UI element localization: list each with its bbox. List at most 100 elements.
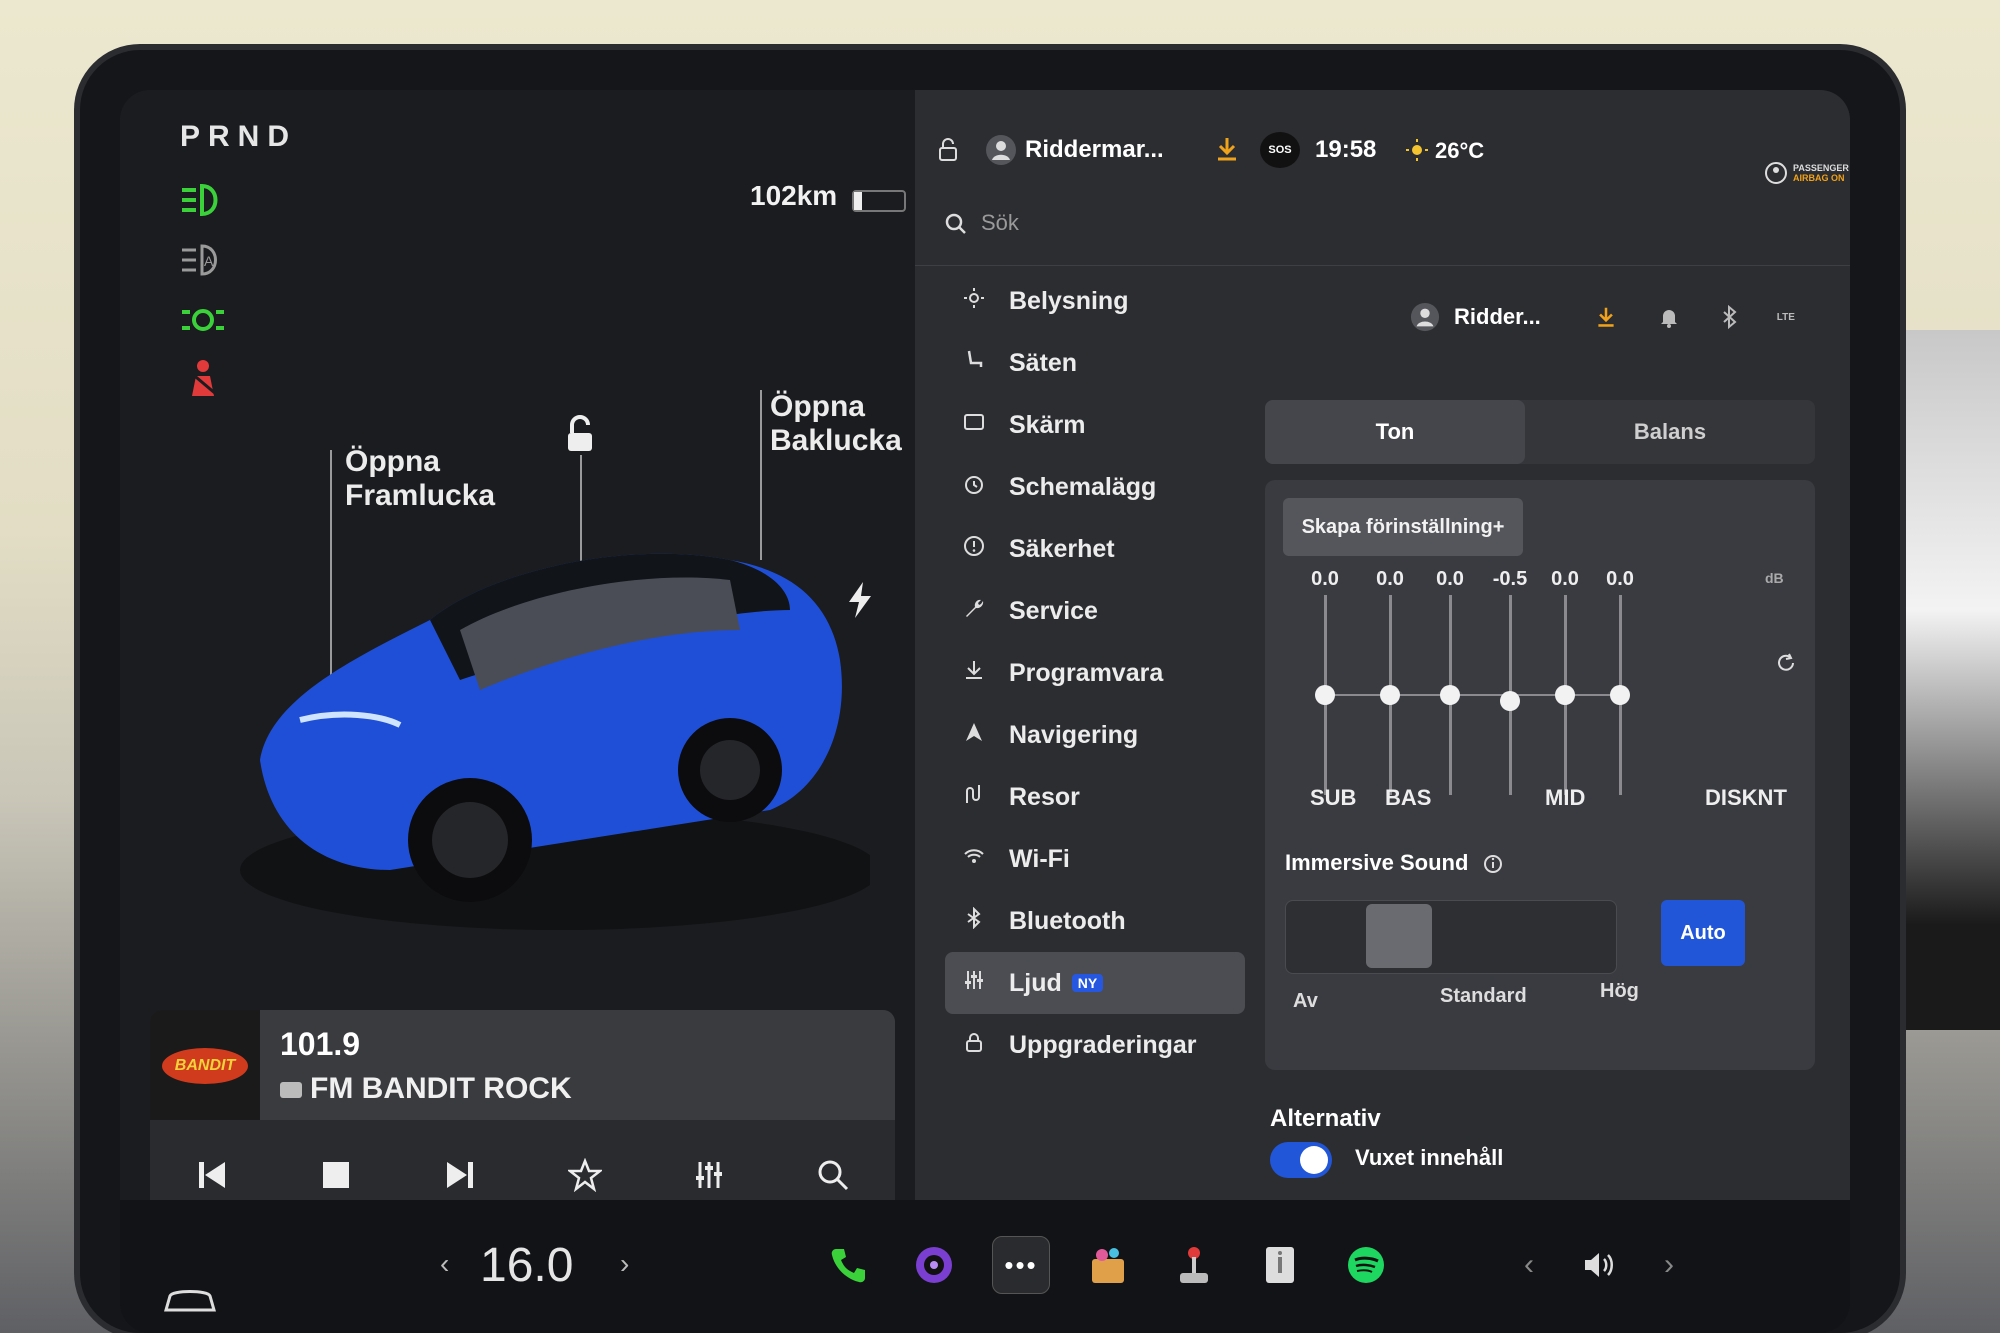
- profile-name-small[interactable]: Ridder...: [1454, 304, 1541, 330]
- download-icon: [959, 659, 989, 687]
- toybox-app[interactable]: [1080, 1237, 1136, 1293]
- reset-icon[interactable]: [1775, 652, 1797, 674]
- radio-station-name: FM BANDIT ROCK: [310, 1072, 572, 1105]
- open-frunk-button[interactable]: Öppna Framlucka: [345, 445, 495, 513]
- eq-slider-knob[interactable]: [1555, 685, 1575, 705]
- car-lock-icon[interactable]: [935, 136, 961, 162]
- eq-slider-knob[interactable]: [1610, 685, 1630, 705]
- info-icon[interactable]: [1483, 854, 1503, 874]
- sidebar-item-resor[interactable]: Resor: [945, 766, 1245, 828]
- immersive-label-high: Hög: [1600, 980, 1639, 1002]
- immersive-sound-title: Immersive Sound: [1285, 850, 1503, 876]
- camera-icon: [916, 1247, 952, 1283]
- alternatives-title: Alternativ: [1270, 1105, 1381, 1132]
- bluetooth-icon[interactable]: [1721, 305, 1739, 329]
- eq-slider-knob[interactable]: [1440, 685, 1460, 705]
- immersive-slider-thumb[interactable]: [1366, 904, 1432, 968]
- eq-slider-knob[interactable]: [1315, 685, 1335, 705]
- volume-button[interactable]: [1574, 1237, 1624, 1293]
- immersive-sound-slider[interactable]: [1285, 900, 1617, 974]
- arcade-app[interactable]: [1166, 1237, 1222, 1293]
- car-panel: PRND A 102km Öppna Framlucka Öppna Baklu…: [120, 90, 915, 1333]
- touchscreen: PRND A 102km Öppna Framlucka Öppna Baklu…: [120, 90, 1850, 1333]
- equalizer-button[interactable]: [679, 1145, 739, 1205]
- sidebar-item-belysning[interactable]: Belysning: [945, 270, 1245, 332]
- equalizer-panel: Skapa förinställning+ 0.0 0.0 0.0 -0.5 0.0 0.…: [1265, 480, 1815, 1070]
- software-update-icon[interactable]: [1215, 136, 1239, 162]
- more-icon: •••: [1004, 1249, 1038, 1280]
- sidebar-item-label: Wi-Fi: [1009, 844, 1070, 873]
- svg-text:A: A: [204, 253, 214, 269]
- eq-value: 0.0: [1436, 568, 1464, 590]
- immersive-auto-button[interactable]: Auto: [1661, 900, 1745, 966]
- wrench-icon: [959, 597, 989, 625]
- sidebar-item-schemalägg[interactable]: Schemalägg: [945, 456, 1245, 518]
- sun-icon: [959, 287, 989, 315]
- sidebar-item-säkerhet[interactable]: Säkerhet: [945, 518, 1245, 580]
- spotify-app[interactable]: [1338, 1237, 1394, 1293]
- sidebar-item-bluetooth[interactable]: Bluetooth: [945, 890, 1245, 952]
- temperature-down-button[interactable]: ‹: [440, 1248, 449, 1280]
- equalizer-icon: [959, 969, 989, 997]
- wifi-icon: [959, 845, 989, 873]
- sidebar-item-wi-fi[interactable]: Wi-Fi: [945, 828, 1245, 890]
- eq-value: 0.0: [1311, 568, 1339, 590]
- camera-app[interactable]: [906, 1237, 962, 1293]
- bell-icon[interactable]: [1659, 306, 1679, 328]
- new-badge: NY: [1071, 974, 1104, 992]
- sidebar-item-uppgraderingar[interactable]: Uppgraderingar: [945, 1014, 1245, 1076]
- tab-balance[interactable]: Balans: [1540, 400, 1800, 464]
- cabin-temperature: 16.0: [480, 1239, 574, 1292]
- manual-icon: [1266, 1247, 1294, 1283]
- seat-icon: [959, 349, 989, 377]
- volume-up-button[interactable]: ›: [1654, 1237, 1684, 1293]
- settings-panel: Riddermar... SOS 19:58 26°C PASSENGER AI…: [915, 90, 1850, 1200]
- gear-indicator: PRND: [180, 120, 298, 153]
- unlock-icon[interactable]: [560, 415, 600, 455]
- create-preset-button[interactable]: Skapa förinställning+: [1283, 498, 1523, 556]
- driver-profile[interactable]: Riddermar...: [1025, 136, 1164, 164]
- favorite-button[interactable]: [555, 1145, 615, 1205]
- eq-value: -0.5: [1492, 568, 1528, 590]
- more-apps-button[interactable]: •••: [992, 1236, 1050, 1294]
- sidebar-item-label: Uppgraderingar: [1009, 1030, 1197, 1059]
- sos-button[interactable]: SOS: [1260, 132, 1300, 168]
- speaker-icon: [1585, 1253, 1613, 1277]
- eq-curve-line: [1325, 694, 1620, 696]
- adult-content-toggle[interactable]: [1270, 1142, 1332, 1178]
- eq-slider-knob[interactable]: [1380, 685, 1400, 705]
- car-icon[interactable]: [160, 1280, 220, 1320]
- adult-content-label: Vuxet innehåll: [1355, 1145, 1504, 1170]
- sidebar-item-label: Programvara: [1009, 658, 1164, 687]
- temperature-up-button[interactable]: ›: [620, 1248, 629, 1280]
- settings-search[interactable]: Sök: [945, 210, 1345, 250]
- battery-icon: [852, 190, 906, 212]
- sidebar-item-skärm[interactable]: Skärm: [945, 394, 1245, 456]
- open-trunk-button[interactable]: Öppna Baklucka: [770, 390, 902, 458]
- sidebar-item-label: Service: [1009, 596, 1098, 625]
- eq-label-sub: SUB: [1310, 785, 1357, 810]
- eq-slider-knob[interactable]: [1500, 691, 1520, 711]
- next-track-button[interactable]: [430, 1145, 490, 1205]
- lte-signal: LTE: [1776, 311, 1795, 323]
- divider: [915, 265, 1850, 266]
- trunk-label-line2: Baklucka: [770, 424, 902, 457]
- sidebar-item-navigering[interactable]: Navigering: [945, 704, 1245, 766]
- radio-station: FM BANDIT ROCK: [280, 1072, 572, 1106]
- sidebar-item-säten[interactable]: Säten: [945, 332, 1245, 394]
- download-icon[interactable]: [1595, 306, 1617, 328]
- profile-shortcuts: Ridder... LTE: [1410, 302, 1795, 332]
- phone-app[interactable]: [820, 1237, 876, 1293]
- volume-down-button[interactable]: ‹: [1514, 1237, 1544, 1293]
- sidebar-item-programvara[interactable]: Programvara: [945, 642, 1245, 704]
- tab-tone[interactable]: Ton: [1265, 400, 1525, 464]
- sidebar-item-ljud[interactable]: Ljud NY: [945, 952, 1245, 1014]
- media-search-button[interactable]: [803, 1145, 863, 1205]
- profile-avatar-icon: [1410, 302, 1440, 332]
- manual-app[interactable]: [1252, 1237, 1308, 1293]
- star-icon: [567, 1158, 602, 1192]
- stop-button[interactable]: [306, 1145, 366, 1205]
- next-icon: [447, 1162, 474, 1188]
- sidebar-item-service[interactable]: Service: [945, 580, 1245, 642]
- previous-track-button[interactable]: [182, 1145, 242, 1205]
